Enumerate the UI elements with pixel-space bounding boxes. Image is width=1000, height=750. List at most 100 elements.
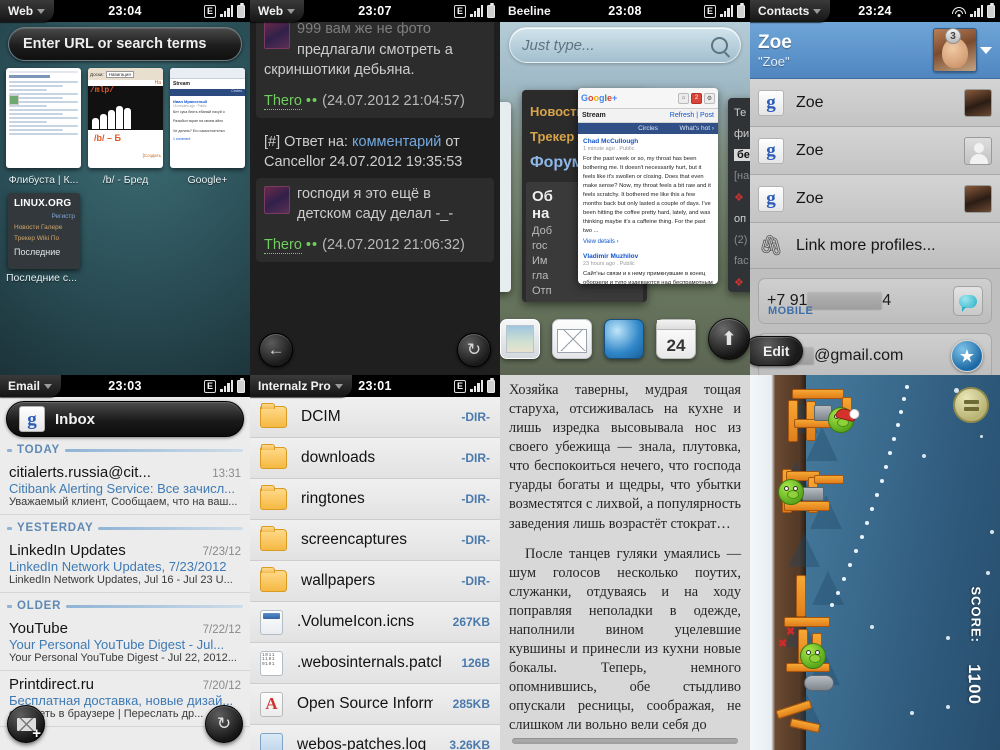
link-more-profiles-row[interactable]: 🖇 Link more profiles... (750, 223, 1000, 269)
site-logo: LINUX.ORG (14, 198, 72, 209)
comment-text: предлагали смотреть а скриншотики дебьян… (264, 41, 453, 79)
card-line: фи (734, 128, 750, 140)
post-meta: 23 hours ago . Public (583, 260, 635, 267)
linked-profile-row[interactable]: g Zoe (750, 79, 1000, 127)
card-email[interactable]: 3:31 ол... ваш... 3/12 2012 d U... 2/12 … (500, 102, 511, 292)
just-type-input[interactable]: Just type... (509, 27, 741, 63)
card-news[interactable]: Те фи бе [на ❖ оп (2) fac ❖ нет сос 2 3 … (728, 98, 750, 292)
sms-button[interactable] (953, 286, 983, 316)
file-size: 285KB (452, 697, 490, 711)
contact-name: Zoe (758, 31, 792, 53)
edge-network-icon: E (203, 4, 216, 18)
phone-field[interactable]: +7 91XXXXXXX4 MOBILE (758, 278, 992, 324)
email-preview: LinkedIn Network Updates, Jul 16 - Jul 2… (9, 574, 233, 586)
profile-name: Zoe (796, 141, 824, 159)
file-row[interactable]: downloads -DIR- (250, 438, 500, 479)
favorite-star-icon[interactable]: ★ (951, 340, 983, 372)
notifications-badge[interactable]: 2 (691, 92, 702, 104)
site-menu-row-1: Новости Галере (14, 224, 63, 231)
linked-profile-row[interactable]: g Zoe (750, 175, 1000, 223)
battery-icon (487, 2, 495, 18)
chevron-down-icon[interactable] (980, 46, 992, 54)
gplus-post: Chad McCullough 1 minute ago . Public Fo… (578, 134, 718, 249)
file-row[interactable]: 101111010101 .webosinternals.patche... 1… (250, 643, 500, 684)
linked-profile-row[interactable]: g Zoe (750, 127, 1000, 175)
email-row[interactable]: YouTube 7/22/12 Your Personal YouTube Di… (0, 615, 250, 671)
web-icon[interactable] (604, 319, 644, 359)
calendar-icon[interactable]: 24 (656, 319, 696, 359)
board-heading: /b/ – Б (94, 133, 121, 143)
post-author[interactable]: Vladimir Muzhilov (583, 253, 713, 260)
photos-icon[interactable] (500, 319, 540, 359)
reply-prefix: [#] Ответ на: (264, 133, 348, 150)
email-row[interactable]: citialerts.russia@cit... 13:31 Citibank … (0, 459, 250, 515)
view-details-link[interactable]: View details › (583, 236, 713, 245)
status-bar: Web 23:04 E (0, 0, 250, 22)
circles-label[interactable]: Circles (638, 125, 658, 132)
browser-card-flibusta[interactable]: Флибуста | К... (6, 68, 81, 186)
signal-bars-icon (470, 5, 483, 17)
inbox-selector[interactable]: g Inbox (6, 401, 244, 437)
file-row[interactable]: wallpapers -DIR- (250, 561, 500, 602)
sync-button[interactable]: ↻ (205, 705, 243, 743)
card-title: Последние с... (6, 272, 77, 284)
compose-button[interactable]: + (7, 705, 45, 743)
score-value: 1100 (965, 664, 984, 705)
divider-line (66, 604, 243, 608)
group-divider-older: OLDER (0, 593, 250, 615)
edge-network-icon: E (703, 4, 716, 18)
reply-link[interactable]: комментарий (352, 134, 441, 150)
launcher-up-icon[interactable]: ⬆ (708, 318, 750, 360)
file-size: 126B (461, 656, 490, 670)
reading-progress-bar[interactable] (512, 738, 738, 744)
wifi-icon (951, 5, 966, 18)
file-name: DCIM (301, 408, 341, 425)
battery-icon (987, 2, 995, 18)
url-input[interactable]: Enter URL or search terms (8, 27, 242, 61)
contact-detail: Zoe "Zoe" 3 g Zoe g Zoe g Zoe 🖇 Link mor… (750, 22, 1000, 375)
whats-hot-link[interactable]: What's hot › (680, 125, 714, 132)
file-row[interactable]: webos-patches.log 3.26KB (250, 725, 500, 750)
status-indicators (951, 2, 1000, 18)
card-line: d U... (500, 187, 511, 204)
card-line: Те (734, 107, 747, 119)
gplus-post: Vladimir Muzhilov 23 hours ago . Public … (578, 249, 718, 284)
book-page[interactable]: Хозяйка таверны, мудрая тощая старуха, о… (500, 375, 750, 750)
pig-eye (784, 486, 789, 491)
browser-card-linuxorg[interactable]: LINUX.ORG Регистр Новости Галере Трекер … (8, 193, 80, 269)
edge-network-icon: E (203, 379, 216, 393)
comment-author[interactable]: Thero (264, 92, 302, 110)
file-row[interactable]: A Open Source Informa... 285KB (250, 684, 500, 725)
bullet-icon: ❖ (734, 277, 744, 289)
email-icon[interactable] (552, 319, 592, 359)
reload-button[interactable]: ↻ (457, 333, 491, 367)
edge-network-icon: E (453, 4, 466, 18)
file-name: downloads (301, 449, 376, 466)
reload-icon: ↻ (466, 340, 482, 359)
file-row[interactable]: DCIM -DIR- (250, 397, 500, 438)
signal-bars-icon (720, 5, 733, 17)
edit-button[interactable]: Edit (750, 336, 804, 366)
comment-timestamp: (24.07.2012 21:04:57) (322, 92, 465, 109)
gear-icon[interactable]: ⚙ (704, 92, 715, 104)
group-divider-today: TODAY (0, 437, 250, 459)
email-row[interactable]: LinkedIn Updates 7/23/12 LinkedIn Networ… (0, 537, 250, 593)
post-author[interactable]: Chad McCullough (583, 138, 713, 145)
refresh-post-links[interactable]: Refresh | Post (670, 112, 714, 119)
contact-name-block: Zoe "Zoe" (758, 32, 792, 69)
browser-card-gplus[interactable]: Stream Circles Иван Мраесеный 15 minutes… (170, 68, 245, 186)
card-gplus[interactable]: Google+ ⌂ 2 ⚙ Stream Refresh | Post Circ… (578, 88, 718, 284)
file-row[interactable]: .VolumeIcon.icns 267KB (250, 602, 500, 643)
browser-card-2ch[interactable]: Доски: Навигация На /mlp/ /b/ – Б [Созда… (88, 68, 163, 186)
comment-author[interactable]: Thero (264, 236, 302, 254)
file-row[interactable]: screencaptures -DIR- (250, 520, 500, 561)
phone-type-label: MOBILE (768, 305, 814, 317)
post-line-3: Че делать? Его самостоятельн (173, 128, 225, 133)
contact-header[interactable]: Zoe "Zoe" 3 (750, 22, 1000, 79)
signal-bars-icon (220, 5, 233, 17)
home-icon[interactable]: ⌂ (678, 92, 689, 104)
back-button[interactable]: ← (259, 333, 293, 367)
google-logo-icon: Google+ (581, 93, 618, 103)
search-icon[interactable] (711, 36, 728, 54)
file-row[interactable]: ringtones -DIR- (250, 479, 500, 520)
